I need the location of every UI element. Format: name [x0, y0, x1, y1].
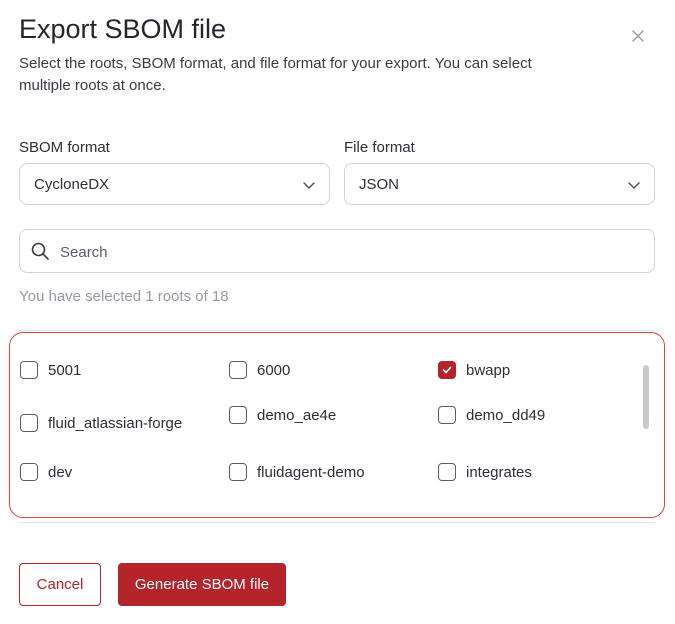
cancel-button[interactable]: Cancel — [19, 563, 101, 606]
root-label: dev — [48, 463, 73, 481]
roots-scrollbar[interactable] — [640, 361, 652, 497]
search-icon — [31, 242, 49, 260]
chevron-down-icon — [628, 182, 640, 189]
root-label: demo_dd49 — [466, 406, 546, 424]
root-label: integrates — [466, 463, 532, 481]
scrollbar-thumb[interactable] — [643, 365, 649, 429]
root-checkbox-checked[interactable] — [438, 361, 456, 379]
root-label: bwapp — [466, 361, 511, 379]
root-label: 6000 — [257, 361, 291, 379]
root-label: fluidagent-demo — [257, 463, 365, 481]
file-format-value: JSON — [359, 175, 400, 193]
root-checkbox[interactable] — [20, 361, 38, 379]
sbom-format-label: SBOM format — [19, 139, 110, 156]
selection-summary: You have selected 1 roots of 18 — [19, 288, 229, 305]
root-item-fluidagent-demo[interactable]: fluidagent-demo — [229, 463, 365, 481]
search-box — [19, 229, 655, 273]
search-input[interactable] — [58, 239, 642, 265]
close-button[interactable] — [628, 26, 648, 46]
root-label: 5001 — [48, 361, 82, 379]
root-item-5001[interactable]: 5001 — [20, 361, 81, 379]
root-label: fluid_atlassian-forge — [48, 414, 183, 432]
root-item-6000[interactable]: 6000 — [229, 361, 290, 379]
root-checkbox[interactable] — [438, 463, 456, 481]
root-label: demo_ae4e — [257, 406, 337, 424]
divider-top — [19, 330, 655, 331]
root-item-demo-dd49[interactable]: demo_dd49 — [438, 406, 545, 424]
divider-bottom — [19, 522, 655, 523]
modal-description: Select the roots, SBOM format, and file … — [19, 55, 532, 94]
close-icon — [632, 30, 644, 42]
sbom-format-select[interactable]: CycloneDX — [19, 163, 330, 205]
file-format-label: File format — [344, 139, 415, 156]
root-item-demo-ae4e[interactable]: demo_ae4e — [229, 406, 336, 424]
root-item-dev[interactable]: dev — [20, 463, 72, 481]
root-item-fluid-atlassian-forge[interactable]: fluid_atlassian-forge — [20, 414, 182, 432]
sbom-format-value: CycloneDX — [34, 175, 110, 193]
modal-title: Export SBOM file — [19, 14, 227, 44]
root-checkbox[interactable] — [20, 414, 38, 432]
root-item-integrates[interactable]: integrates — [438, 463, 532, 481]
generate-sbom-button[interactable]: Generate SBOM file — [118, 563, 286, 606]
root-checkbox[interactable] — [20, 463, 38, 481]
root-checkbox[interactable] — [229, 361, 247, 379]
root-checkbox[interactable] — [229, 406, 247, 424]
roots-list: 5001 6000 bwapp fluid_atlassian-forge de… — [9, 332, 665, 518]
check-icon — [442, 366, 452, 374]
file-format-select[interactable]: JSON — [344, 163, 655, 205]
root-item-bwapp[interactable]: bwapp — [438, 361, 510, 379]
chevron-down-icon — [303, 182, 315, 189]
root-checkbox[interactable] — [438, 406, 456, 424]
root-checkbox[interactable] — [229, 463, 247, 481]
